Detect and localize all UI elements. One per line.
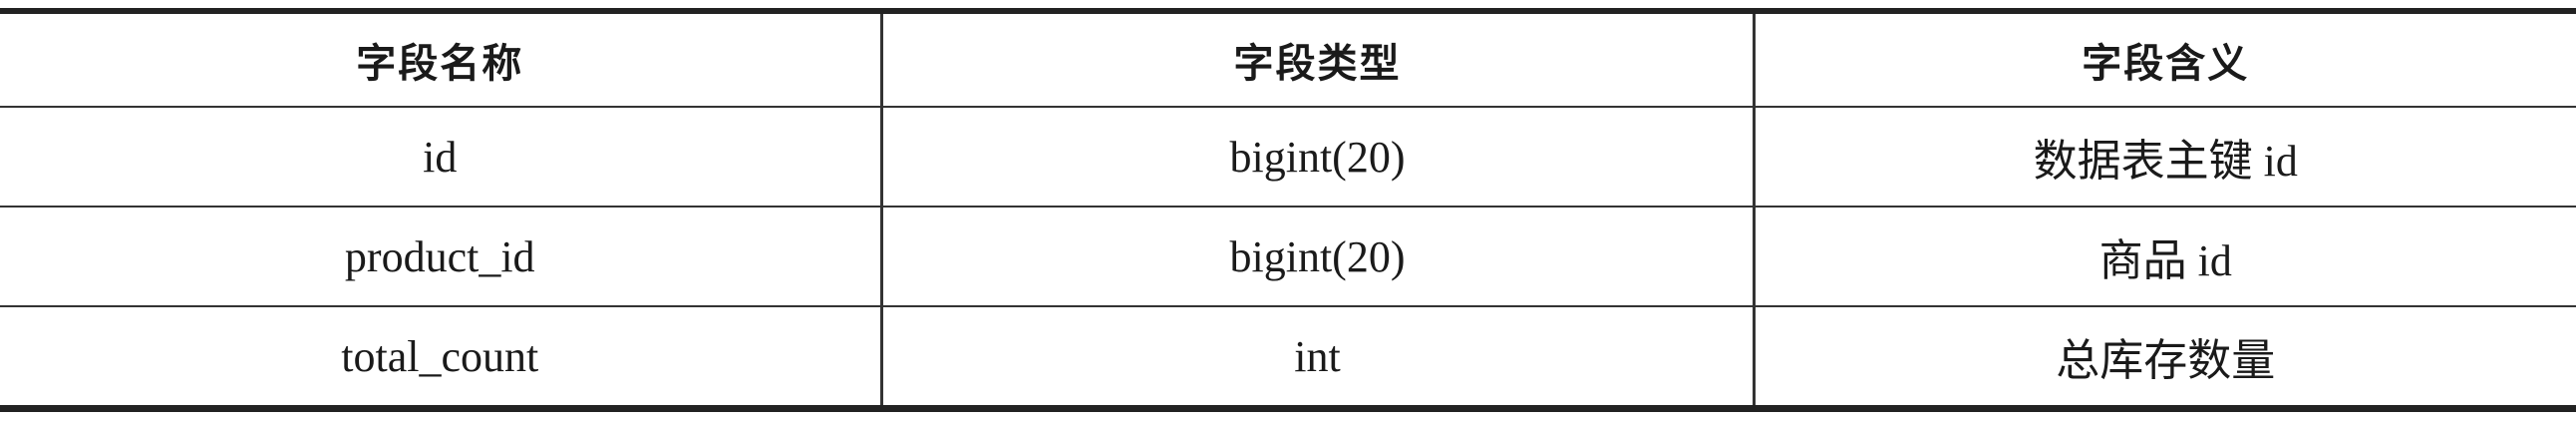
table-row: product_id bigint(20) 商品 id [0,207,2576,307]
table-header: 字段名称 字段类型 字段含义 [0,11,2576,108]
table-body: id bigint(20) 数据表主键 id product_id bigint… [0,107,2576,409]
table-row: total_count int 总库存数量 [0,306,2576,409]
header-field-name: 字段名称 [0,11,881,108]
cell-field-type: bigint(20) [879,207,1754,307]
cell-field-type: int [879,306,1754,409]
header-field-meaning: 字段含义 [1752,11,2576,108]
field-definition-table: 字段名称 字段类型 字段含义 id bigint(20) 数据表主键 id pr… [0,8,2576,412]
field-definition-table-container: 字段名称 字段类型 字段含义 id bigint(20) 数据表主键 id pr… [0,8,2576,412]
cell-field-type: bigint(20) [879,107,1754,208]
cell-field-meaning: 商品 id [1752,207,2576,307]
cell-field-name: product_id [0,207,881,307]
header-field-type: 字段类型 [879,11,1754,108]
cell-field-meaning: 数据表主键 id [1752,107,2576,208]
cell-field-name: total_count [341,331,539,381]
cell-field-meaning: 总库存数量 [1752,306,2576,409]
table-row: id bigint(20) 数据表主键 id [0,107,2576,208]
cell-field-name: id [0,107,881,208]
header-row: 字段名称 字段类型 字段含义 [0,11,2576,108]
